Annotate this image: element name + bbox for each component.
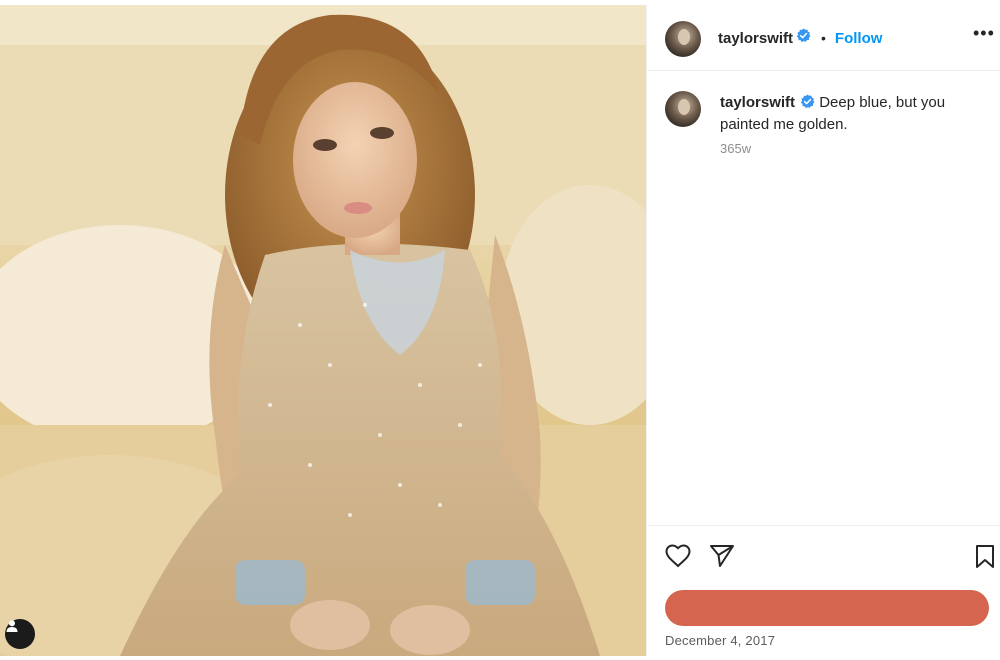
separator-dot: • (821, 30, 826, 46)
caption-username[interactable]: taylorswift (720, 94, 795, 111)
actions-bar: December 4, 2017 (647, 525, 1000, 656)
post-date: December 4, 2017 (665, 633, 776, 648)
caption-age: 365w (720, 141, 752, 156)
verified-badge-icon (796, 28, 811, 48)
author-avatar[interactable] (665, 21, 701, 57)
header-user: taylorswift • Follow (718, 28, 882, 48)
caption-text-block: taylorswift Deep blue, but you painted m… (720, 93, 980, 135)
photo-illustration (0, 5, 646, 656)
author-username[interactable]: taylorswift (718, 30, 793, 47)
post-photo[interactable] (0, 5, 646, 656)
post-header: taylorswift • Follow ••• (647, 5, 1000, 71)
instagram-post: taylorswift • Follow ••• taylorswift Dee… (0, 0, 1000, 660)
likes-count-redacted (665, 590, 989, 626)
caption-avatar[interactable] (665, 91, 701, 127)
bookmark-outline-icon[interactable] (973, 544, 997, 575)
post-side-panel: taylorswift • Follow ••• taylorswift Dee… (646, 5, 1000, 656)
follow-button[interactable]: Follow (835, 30, 883, 47)
heart-outline-icon[interactable] (665, 544, 691, 573)
user-tag-icon[interactable] (5, 619, 35, 649)
verified-badge-icon (800, 94, 815, 115)
paper-plane-icon[interactable] (709, 544, 735, 573)
more-options-icon[interactable]: ••• (973, 23, 995, 44)
